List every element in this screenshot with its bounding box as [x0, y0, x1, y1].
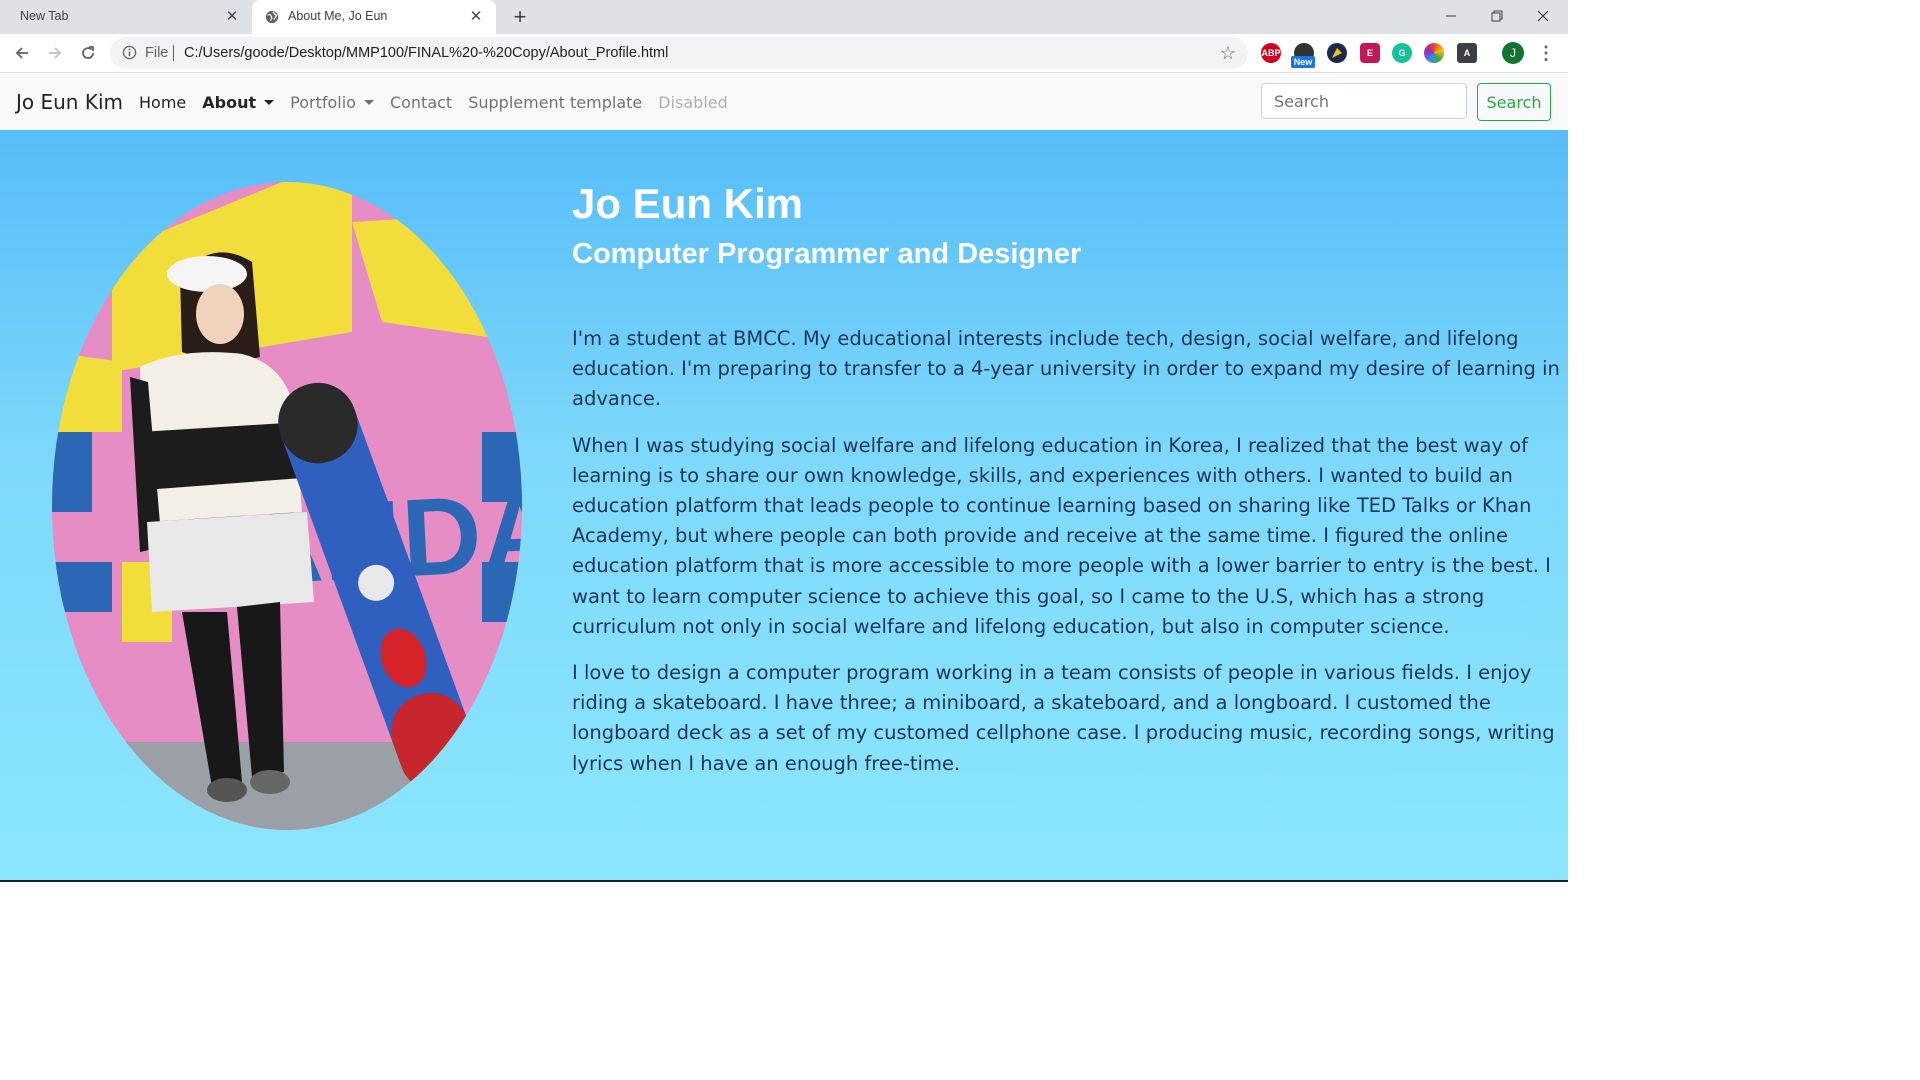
compass-extension-icon[interactable] [1327, 43, 1347, 63]
new-badge: New [1291, 56, 1315, 68]
tab-new-tab[interactable]: New Tab ✕ [0, 0, 252, 34]
profile-avatar[interactable]: J [1502, 42, 1524, 64]
close-tab-icon[interactable]: ✕ [224, 8, 240, 25]
profile-name: Jo Eun Kim [572, 180, 804, 227]
nav-links: Home About Portfolio Contact Supplement … [139, 93, 728, 112]
nav-disabled: Disabled [658, 93, 728, 112]
nav-about-dropdown[interactable]: About [202, 93, 275, 112]
bio-paragraph: I'm a student at BMCC. My educational in… [572, 327, 1560, 411]
address-bar[interactable]: File C:/Users/goode/Desktop/MMP100/FINAL… [110, 37, 1248, 69]
nav-contact[interactable]: Contact [390, 93, 452, 112]
close-window-icon[interactable] [1520, 0, 1566, 32]
more-menu-icon[interactable]: ⋮ [1536, 43, 1556, 63]
minimize-icon[interactable] [1428, 0, 1474, 32]
forward-icon[interactable] [43, 41, 67, 65]
tab-strip: New Tab ✕ About Me, Jo Eun ✕ + [0, 0, 1568, 34]
search-button[interactable]: Search [1477, 83, 1551, 121]
bio-paragraph: When I was studying social welfare and l… [572, 433, 1551, 638]
url-text[interactable]: C:/Users/goode/Desktop/MMP100/FINAL%20-%… [184, 45, 668, 61]
browser-toolbar: File C:/Users/goode/Desktop/MMP100/FINAL… [0, 34, 1568, 73]
reload-icon[interactable] [76, 41, 100, 65]
back-icon[interactable] [10, 41, 34, 65]
window-bottom-edge [0, 880, 1568, 882]
tab-title: New Tab [20, 9, 69, 23]
nav-portfolio-dropdown[interactable]: Portfolio [290, 93, 374, 112]
new-tab-icon[interactable]: + [508, 4, 532, 29]
url-divider [173, 45, 174, 61]
url-scheme: File [145, 45, 169, 61]
tab-title: About Me, Jo Eun [288, 9, 388, 23]
bio-paragraph: I love to design a computer program work… [572, 661, 1555, 775]
search-input[interactable] [1261, 83, 1467, 119]
nav-supplement-template[interactable]: Supplement template [468, 93, 642, 112]
restore-icon[interactable] [1474, 0, 1520, 32]
grammarly-icon[interactable]: G [1392, 43, 1412, 63]
site-navbar: Jo Eun Kim Home About Portfolio Contact … [0, 73, 1568, 130]
tab-about-me[interactable]: About Me, Jo Eun ✕ [252, 0, 496, 34]
nav-home[interactable]: Home [139, 93, 186, 112]
globe-icon [265, 10, 279, 24]
chevron-down-icon [363, 100, 374, 105]
navbar-brand[interactable]: Jo Eun Kim [16, 90, 123, 114]
bookmark-star-icon[interactable]: ☆ [1218, 43, 1238, 63]
nav-portfolio-label: Portfolio [290, 93, 356, 112]
adblock-plus-icon[interactable]: ABP [1261, 43, 1281, 63]
nav-about-label: About [202, 93, 257, 112]
color-wheel-icon[interactable] [1424, 43, 1444, 63]
profile-title: Computer Programmer and Designer [572, 238, 1082, 270]
e-extension-icon[interactable]: E [1360, 43, 1380, 63]
font-extension-icon[interactable]: A [1457, 43, 1477, 63]
profile-photo: FANDA [52, 182, 522, 830]
chevron-down-icon [264, 100, 275, 105]
close-tab-icon[interactable]: ✕ [468, 8, 484, 25]
profile-bio: I'm a student at BMCC. My educational in… [572, 324, 1568, 795]
info-icon[interactable] [122, 45, 137, 60]
